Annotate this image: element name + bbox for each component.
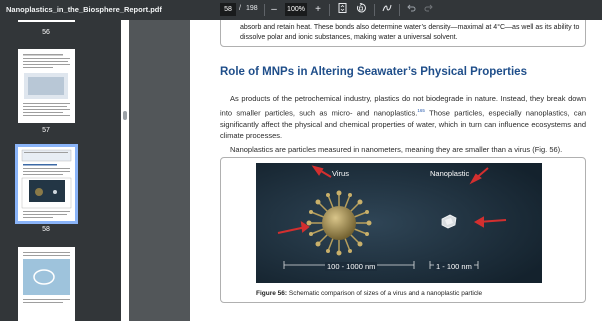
figure-image: Virus Nanoplastic 100 - 1000 nm 1 - 100 … (256, 163, 542, 283)
reference-link[interactable]: 165 (417, 108, 425, 113)
rotate-icon[interactable] (355, 2, 367, 16)
figure-caption-label: Figure 56: (256, 290, 288, 297)
thumbnail-page-59[interactable] (18, 247, 75, 321)
draw-icon[interactable] (381, 3, 393, 16)
redo-icon[interactable] (422, 3, 434, 16)
thumbnail-page-56[interactable] (18, 20, 75, 22)
pdf-viewer-window: Nanoplastics_in_the_Biosphere_Report.pdf… (0, 0, 602, 321)
thumbnail-label-57: 57 (42, 127, 50, 134)
toolbar-divider (329, 4, 330, 16)
paragraph-1: As products of the petrochemical industr… (220, 93, 586, 142)
figure-scale-nanoplastic: 1 - 100 nm (434, 262, 474, 271)
figure-caption: Figure 56: Schematic comparison of sizes… (256, 290, 482, 297)
figure-caption-text: Schematic comparison of sizes of a virus… (287, 290, 483, 297)
document-page: absorb and retain heat. These bonds also… (190, 20, 602, 321)
section-heading: Role of MNPs in Altering Seawater’s Phys… (220, 66, 527, 78)
zoom-out-button[interactable]: – (269, 3, 279, 16)
page-separator: / (239, 5, 241, 12)
thumbnail-sidebar: 56 57 58 (0, 20, 121, 321)
figure-label-nanoplastic: Nanoplastic (430, 169, 470, 178)
viewer-background (129, 20, 190, 321)
zoom-in-button[interactable]: + (313, 3, 323, 16)
document-title: Nanoplastics_in_the_Biosphere_Report.pdf (6, 5, 162, 14)
thumbnail-page-57[interactable] (18, 49, 75, 123)
sidebar-scrollbar[interactable] (121, 20, 129, 321)
thumbnail-label-56: 56 (42, 29, 50, 36)
thumbnail-label-58: 58 (42, 226, 50, 233)
toolbar-divider (374, 4, 375, 16)
paragraph-2: Nanoplastics are particles measured in n… (230, 145, 563, 154)
total-pages: 198 (246, 5, 258, 12)
thumbnail-page-58[interactable] (15, 144, 78, 224)
fit-page-icon[interactable] (336, 3, 348, 16)
sidebar-scrollbar-thumb[interactable] (123, 111, 127, 120)
figure-label-virus: Virus (332, 169, 349, 178)
page-number-input[interactable]: 58 (220, 3, 236, 16)
info-box-text: absorb and retain heat. These bonds also… (240, 24, 580, 41)
figure-scale-virus: 100 - 1000 nm (325, 262, 378, 271)
toolbar-divider (264, 4, 265, 16)
zoom-input[interactable]: 100% (285, 3, 307, 16)
toolbar-divider (399, 4, 400, 16)
undo-icon[interactable] (405, 3, 417, 16)
toolbar: Nanoplastics_in_the_Biosphere_Report.pdf… (0, 0, 602, 20)
